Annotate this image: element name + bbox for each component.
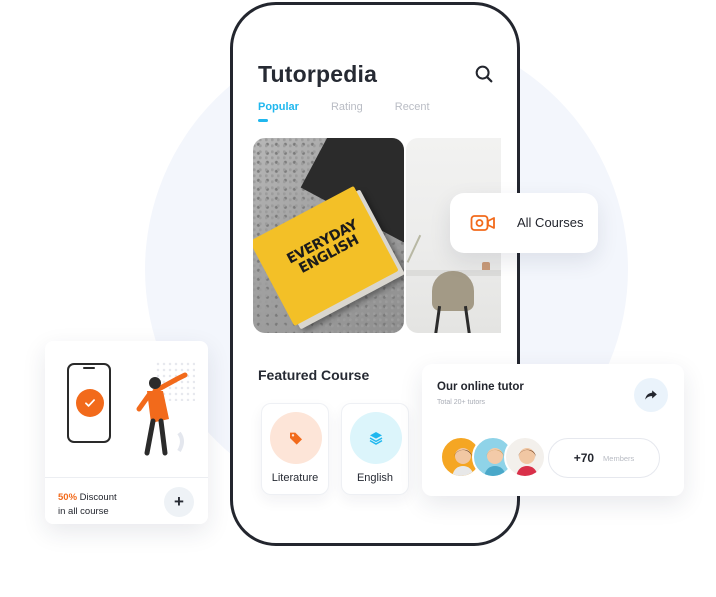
- tab-popular[interactable]: Popular: [258, 101, 299, 122]
- members-label: Members: [603, 453, 635, 463]
- search-icon[interactable]: [473, 63, 495, 85]
- video-camera-icon: [468, 208, 498, 238]
- category-icon-bg: [350, 412, 402, 464]
- tab-recent[interactable]: Recent: [395, 101, 430, 113]
- book-cover-title: EVERYDAY ENGLISH: [284, 216, 362, 277]
- category-label: Literature: [271, 472, 319, 484]
- discount-label: Discount: [77, 492, 117, 503]
- members-count-pill[interactable]: +70 Members: [548, 438, 660, 478]
- card-divider: [45, 477, 208, 478]
- share-arrow-icon: [645, 390, 657, 400]
- tag-icon: [290, 432, 302, 445]
- category-card-literature[interactable]: Literature: [261, 403, 329, 495]
- tab-rating[interactable]: Rating: [331, 101, 363, 113]
- course-image-everyday-english[interactable]: EVERYDAY ENGLISH: [253, 138, 404, 333]
- featured-course-heading: Featured Course: [258, 367, 370, 383]
- layers-icon: [369, 432, 383, 445]
- discount-scope: in all course: [58, 506, 109, 517]
- tutor-card-title: Our online tutor: [437, 381, 524, 393]
- chair-leg: [463, 305, 472, 333]
- discount-card: 50% Discount in all course +: [45, 341, 208, 524]
- phone-illustration: [67, 363, 111, 443]
- category-icon-bg: [270, 412, 322, 464]
- category-card-english[interactable]: English: [341, 403, 409, 495]
- discount-text: 50% Discount in all course: [58, 491, 117, 519]
- category-label: English: [356, 472, 394, 484]
- person-illustration: [136, 372, 188, 456]
- plant-shape: [406, 234, 440, 272]
- app-title: Tutorpedia: [258, 61, 378, 87]
- tutor-card-subtitle: Total 20+ tutors: [437, 399, 486, 406]
- check-icon: [76, 389, 104, 417]
- members-count: +70: [573, 451, 595, 465]
- discount-percent: 50%: [58, 492, 78, 503]
- all-courses-label: All Courses: [517, 215, 584, 230]
- all-courses-card[interactable]: All Courses: [450, 193, 598, 253]
- add-button[interactable]: +: [164, 487, 194, 517]
- avatar[interactable]: [504, 436, 546, 478]
- chair-leg: [433, 305, 442, 333]
- tab-bar: Popular Rating Recent: [258, 101, 462, 122]
- share-button[interactable]: [634, 378, 668, 412]
- online-tutor-card: Our online tutor Total 20+ tutors +70 Me…: [422, 364, 684, 496]
